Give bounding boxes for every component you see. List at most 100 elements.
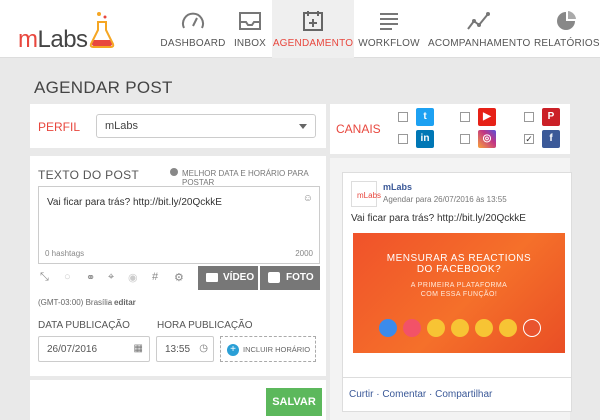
nav-agendamento[interactable]: AGENDAMENTO <box>272 0 354 58</box>
banner-subtitle: A PRIMEIRA PLATAFORMA COM ESSA FUNÇÃO! <box>353 281 565 299</box>
gauge-icon <box>182 12 204 29</box>
photo-button-label: FOTO <box>286 272 314 283</box>
hashtag-icon[interactable]: # <box>152 271 158 283</box>
camera-icon <box>268 272 280 283</box>
post-text-value: Vai ficar para trás? http://bit.ly/20Qck… <box>47 197 222 208</box>
card-divider <box>343 377 571 378</box>
channels-row: CANAIS t ▶ P in ◎ ✓ f <box>330 104 570 154</box>
nav-workflow-label: WORKFLOW <box>358 38 420 49</box>
location-pin-icon[interactable]: ⌖ <box>108 271 114 284</box>
add-time-label: INCLUIR HORÁRIO <box>243 345 311 354</box>
banner-title-line-2: DO FACEBOOK? <box>416 264 502 275</box>
post-text-heading: TEXTO DO POST <box>38 168 140 182</box>
app-logo[interactable]: mLabs <box>18 26 88 54</box>
timezone-edit-link[interactable]: editar <box>114 298 136 307</box>
nav-agendamento-label: AGENDAMENTO <box>272 38 354 49</box>
date-label: DATA PUBLICAÇÃO <box>38 320 130 331</box>
like-reaction-icon <box>379 319 397 337</box>
wow-reaction-icon <box>475 319 493 337</box>
char-limit: 2000 <box>295 249 313 258</box>
nav-acompanhamento-label: ACOMPANHAMENTO <box>428 38 531 49</box>
twitter-icon[interactable]: t <box>416 108 434 126</box>
video-button[interactable]: VÍDEO <box>198 266 258 290</box>
list-lines-icon <box>380 13 398 30</box>
avatar-logo-text: mLabs <box>357 191 382 200</box>
facebook-preview-card: mLabs mLabs Agendar para 26/07/2016 às 1… <box>342 172 572 412</box>
time-label: HORA PUBLICAÇÃO <box>157 320 253 331</box>
circle-icon[interactable]: ○ <box>64 271 71 283</box>
yay-reaction-icon <box>451 319 469 337</box>
twitter-checkbox[interactable] <box>398 112 408 122</box>
line-chart-icon <box>467 12 490 30</box>
preview-schedule-text: Agendar para 26/07/2016 às 13:55 <box>383 195 507 204</box>
love-reaction-icon <box>403 319 421 337</box>
nav-dashboard-label: DASHBOARD <box>160 38 226 49</box>
save-button[interactable]: SALVAR <box>266 388 322 416</box>
time-value: 13:55 <box>165 344 191 355</box>
date-value: 26/07/2016 <box>47 344 98 355</box>
clock-icon: ◷ <box>199 343 208 354</box>
preview-page-name: mLabs <box>383 182 413 192</box>
channels-label: CANAIS <box>336 122 381 136</box>
linkedin-icon[interactable]: in <box>416 130 434 148</box>
post-text-panel: TEXTO DO POST MELHOR DATA E HORÁRIO PARA… <box>30 156 326 376</box>
profile-label: PERFIL <box>38 120 81 134</box>
profile-select[interactable]: mLabs <box>96 114 316 138</box>
nav-dashboard[interactable]: DASHBOARD <box>158 0 228 58</box>
preview-banner-image: MENSURAR AS REACTIONS DO FACEBOOK? A PRIM… <box>353 233 565 353</box>
inbox-tray-icon <box>239 12 261 30</box>
link-icon[interactable]: ⚭ <box>86 271 95 284</box>
flask-logo-icon <box>89 12 115 48</box>
instagram-checkbox[interactable] <box>460 134 470 144</box>
avatar: mLabs <box>351 181 381 207</box>
video-button-label: VÍDEO <box>223 272 255 283</box>
instagram-icon[interactable]: ◎ <box>478 130 496 148</box>
pinterest-icon[interactable]: P <box>542 108 560 126</box>
shrink-icon[interactable]: ⤡ <box>40 271 49 284</box>
linkedin-checkbox[interactable] <box>398 134 408 144</box>
best-time-link[interactable]: MELHOR DATA E HORÁRIO PARA POSTAR <box>182 169 326 187</box>
youtube-icon[interactable]: ▶ <box>478 108 496 126</box>
profile-selected-value: mLabs <box>105 120 139 132</box>
add-time-button[interactable]: + INCLUIR HORÁRIO <box>220 336 316 362</box>
calendar-icon: ▦ <box>133 343 143 354</box>
date-input[interactable]: 26/07/2016 ▦ <box>38 336 150 362</box>
nav-workflow[interactable]: WORKFLOW <box>356 0 422 58</box>
pinterest-checkbox[interactable] <box>524 112 534 122</box>
top-navbar: mLabs DASHBOARD INBOX AGENDAMENTO WORKFL… <box>0 0 600 58</box>
emoji-icon[interactable]: ☺ <box>303 193 313 204</box>
banner-subtitle-line-1: A PRIMEIRA PLATAFORMA <box>410 282 508 289</box>
preview-actions[interactable]: Curtir · Comentar · Compartilhar <box>349 389 492 400</box>
settings-gear-icon[interactable]: ⚙ <box>174 271 184 284</box>
nav-acompanhamento[interactable]: ACOMPANHAMENTO <box>428 0 531 58</box>
youtube-checkbox[interactable] <box>460 112 470 122</box>
page-title: AGENDAR POST <box>34 78 173 97</box>
post-textarea[interactable]: Vai ficar para trás? http://bit.ly/20Qck… <box>38 186 320 264</box>
eye-icon[interactable]: ◉ <box>128 271 138 284</box>
time-input[interactable]: 13:55 ◷ <box>156 336 214 362</box>
nav-inbox[interactable]: INBOX <box>228 0 272 58</box>
save-bar: SALVAR <box>30 380 326 420</box>
preview-post-text: Vai ficar para trás? http://bit.ly/20Qck… <box>351 213 526 224</box>
timezone-text: (GMT-03:00) Brasília <box>38 298 113 307</box>
pie-chart-icon <box>557 11 576 30</box>
nav-relatorios[interactable]: RELATÓRIOS <box>534 0 600 58</box>
video-camera-icon <box>206 273 218 282</box>
info-icon <box>170 168 178 176</box>
banner-title: MENSURAR AS REACTIONS DO FACEBOOK? <box>353 253 565 275</box>
chevron-down-icon <box>299 124 307 129</box>
hashtag-count: 0 hashtags <box>45 249 85 258</box>
plus-circle-icon: + <box>227 344 239 356</box>
haha-reaction-icon <box>427 319 445 337</box>
sad-reaction-icon <box>499 319 517 337</box>
facebook-checkbox[interactable]: ✓ <box>524 134 534 144</box>
angry-reaction-icon <box>523 319 541 337</box>
profile-row: PERFIL mLabs <box>30 104 326 148</box>
facebook-icon[interactable]: f <box>542 130 560 148</box>
nav-relatorios-label: RELATÓRIOS <box>534 38 600 49</box>
photo-button[interactable]: FOTO <box>260 266 320 290</box>
nav-inbox-label: INBOX <box>233 38 267 49</box>
banner-subtitle-line-2: COM ESSA FUNÇÃO! <box>420 291 498 298</box>
calendar-plus-icon <box>303 11 323 31</box>
banner-title-line-1: MENSURAR AS REACTIONS <box>386 253 532 264</box>
